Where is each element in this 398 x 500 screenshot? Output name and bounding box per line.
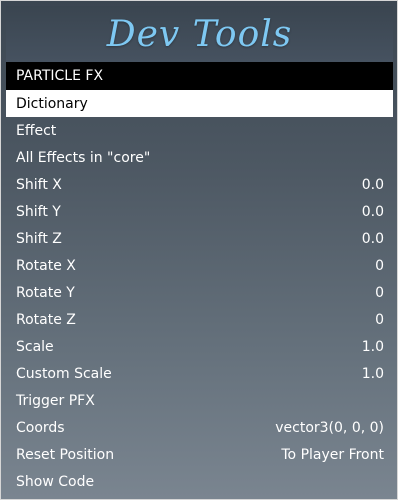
- menu-item-label: Trigger PFX: [16, 392, 95, 409]
- menu-item-label: Show Code: [16, 473, 95, 490]
- menu-item-value: To Player Front: [281, 446, 384, 463]
- menu-item-value: 0.0: [361, 203, 384, 220]
- menu-item-label: Rotate Z: [16, 311, 76, 328]
- menu-item-label: Effect: [16, 122, 57, 139]
- menu-item-label: All Effects in "core": [16, 149, 151, 166]
- menu-item-rotate-y[interactable]: Rotate Y 0: [6, 279, 393, 306]
- dev-tools-menu: Dev Tools PARTICLE FX Dictionary Effect …: [0, 0, 398, 500]
- menu-item-effect[interactable]: Effect: [6, 117, 393, 144]
- menu-item-custom-scale[interactable]: Custom Scale 1.0: [6, 360, 393, 387]
- menu-item-shift-x[interactable]: Shift X 0.0: [6, 171, 393, 198]
- menu-item-value: vector3(0, 0, 0): [275, 419, 384, 436]
- menu-item-scale[interactable]: Scale 1.0: [6, 333, 393, 360]
- menu-item-label: Shift X: [16, 176, 62, 193]
- menu-item-label: Scale: [16, 338, 54, 355]
- menu-item-rotate-x[interactable]: Rotate X 0: [6, 252, 393, 279]
- menu-item-dictionary[interactable]: Dictionary: [6, 90, 393, 117]
- menu-item-trigger-pfx[interactable]: Trigger PFX: [6, 387, 393, 414]
- menu-subtitle: PARTICLE FX: [6, 62, 393, 90]
- menu-item-value: 1.0: [361, 365, 384, 382]
- menu-item-label: Dictionary: [16, 95, 88, 112]
- menu-item-value: 1.0: [361, 338, 384, 355]
- menu-item-value: 0: [375, 311, 384, 328]
- menu-item-reset-position[interactable]: Reset Position To Player Front: [6, 441, 393, 468]
- menu-item-rotate-z[interactable]: Rotate Z 0: [6, 306, 393, 333]
- menu-item-coords[interactable]: Coords vector3(0, 0, 0): [6, 414, 393, 441]
- menu-item-label: Coords: [16, 419, 65, 436]
- menu-item-label: Rotate Y: [16, 284, 75, 301]
- menu-item-value: 0: [375, 284, 384, 301]
- menu-title: Dev Tools: [106, 13, 293, 55]
- menu-item-label: Shift Z: [16, 230, 62, 247]
- menu-item-all-effects[interactable]: All Effects in "core": [6, 144, 393, 171]
- menu-item-value: 0: [375, 257, 384, 274]
- menu-item-value: 0.0: [361, 230, 384, 247]
- menu-items: Dictionary Effect All Effects in "core" …: [6, 90, 393, 495]
- menu-item-label: Shift Y: [16, 203, 61, 220]
- menu-item-label: Rotate X: [16, 257, 76, 274]
- menu-item-show-code[interactable]: Show Code: [6, 468, 393, 495]
- menu-item-value: 0.0: [361, 176, 384, 193]
- menu-item-shift-z[interactable]: Shift Z 0.0: [6, 225, 393, 252]
- menu-item-label: Reset Position: [16, 446, 115, 463]
- menu-banner: Dev Tools: [6, 6, 393, 62]
- menu-item-shift-y[interactable]: Shift Y 0.0: [6, 198, 393, 225]
- menu-item-label: Custom Scale: [16, 365, 112, 382]
